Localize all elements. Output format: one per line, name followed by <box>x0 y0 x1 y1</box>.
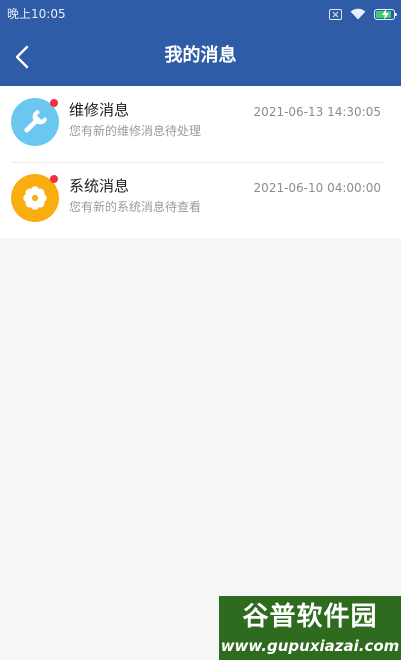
message-item-system[interactable]: 系统消息 您有新的系统消息待查看 2021-06-10 04:00:00 <box>0 162 401 238</box>
status-icons <box>329 6 397 22</box>
charging-bolt-icon <box>382 8 389 20</box>
notification-blocked-icon <box>329 8 342 20</box>
message-subtitle: 您有新的维修消息待处理 <box>69 124 202 138</box>
nav-bar: 我的消息 <box>0 28 401 86</box>
unread-dot <box>50 99 58 107</box>
message-title: 维修消息 <box>69 101 130 119</box>
system-avatar <box>11 174 59 222</box>
status-time: 晚上10:05 <box>7 7 66 21</box>
screen: 晚上10:05 我的消息 维修消息 您有新的维修消息待处理 2021-06-13… <box>0 0 401 660</box>
battery-charging-icon <box>374 8 397 20</box>
watermark-brand: 谷普软件园 <box>242 602 378 632</box>
message-subtitle: 您有新的系统消息待查看 <box>69 200 202 214</box>
watermark: 谷普软件园 www.gupuxiazai.com <box>219 596 401 660</box>
message-item-repair[interactable]: 维修消息 您有新的维修消息待处理 2021-06-13 14:30:05 <box>0 86 401 162</box>
message-title: 系统消息 <box>69 177 130 195</box>
wifi-icon <box>350 8 366 20</box>
page-title: 我的消息 <box>164 45 237 66</box>
message-time: 2021-06-13 14:30:05 <box>253 105 381 119</box>
watermark-url: www.gupuxiazai.com <box>220 637 400 655</box>
message-time: 2021-06-10 04:00:00 <box>253 181 381 195</box>
status-bar: 晚上10:05 <box>0 0 401 28</box>
message-list: 维修消息 您有新的维修消息待处理 2021-06-13 14:30:05 系统消… <box>0 86 401 238</box>
battery-tip <box>395 12 397 16</box>
top-bar: 晚上10:05 我的消息 <box>0 0 401 86</box>
repair-avatar <box>11 98 59 146</box>
unread-dot <box>50 175 58 183</box>
